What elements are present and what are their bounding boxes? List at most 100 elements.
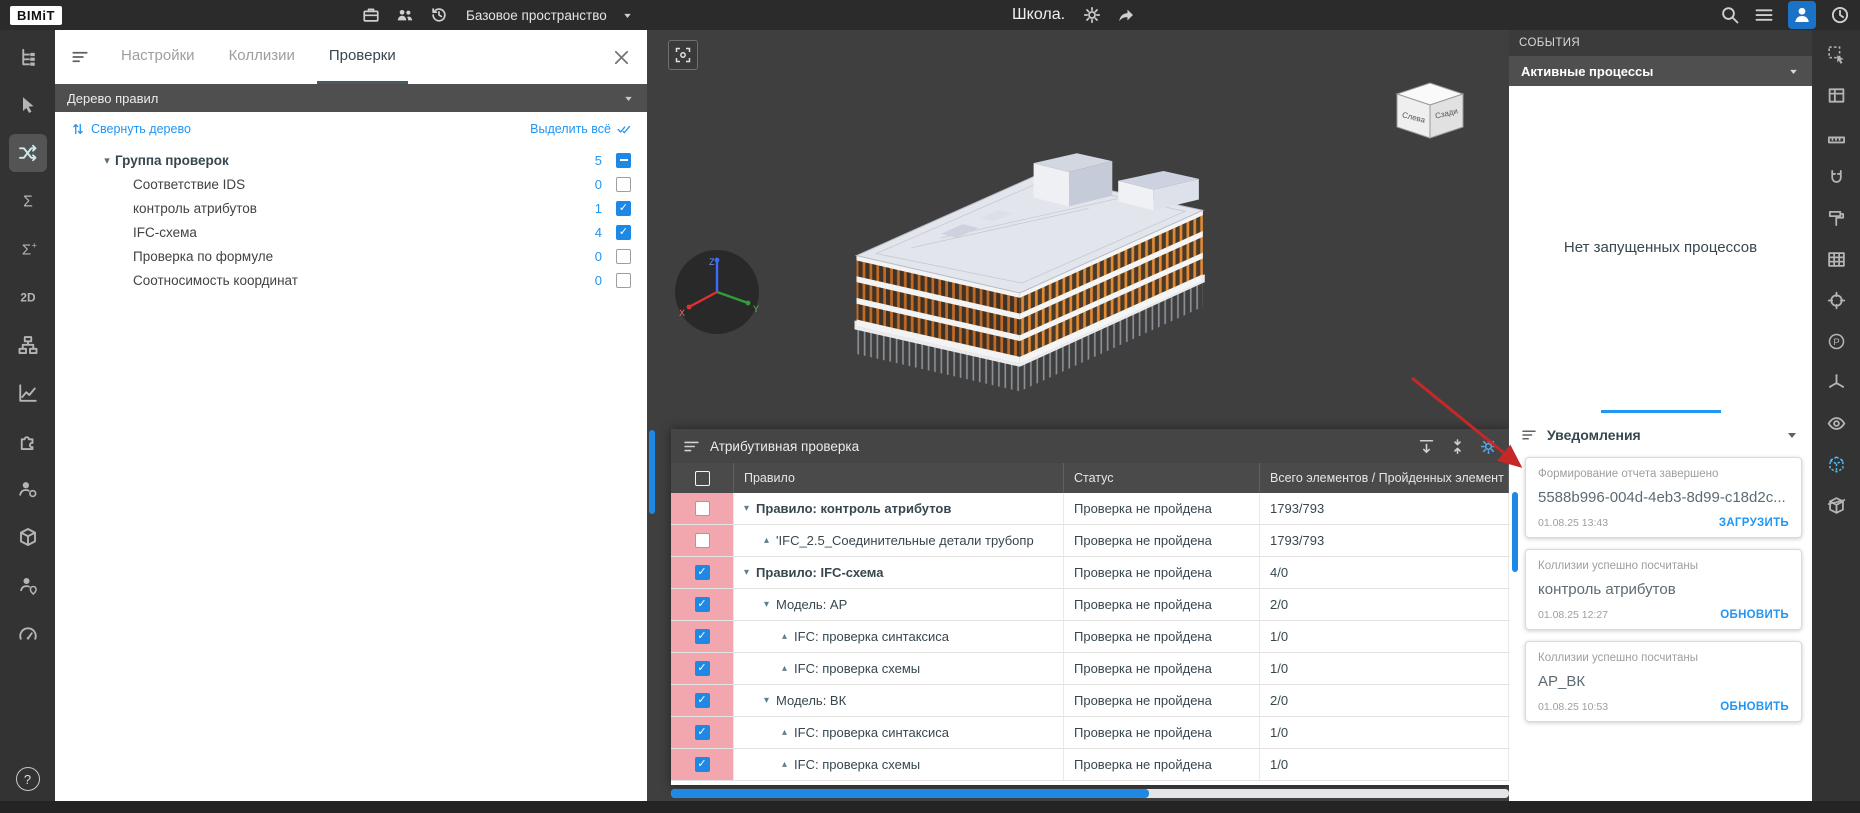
- expand-row-icon[interactable]: ▴: [764, 535, 769, 546]
- team-icon[interactable]: [396, 6, 414, 24]
- projects-icon[interactable]: [362, 6, 380, 24]
- tree-item[interactable]: ▾Группа проверок5: [55, 148, 647, 172]
- measure-icon[interactable]: [1820, 120, 1852, 152]
- dashboard-icon[interactable]: [9, 614, 47, 652]
- grid-table-icon[interactable]: [1820, 243, 1852, 275]
- table-row[interactable]: ▴IFC: проверка синтаксисаПроверка не про…: [671, 717, 1509, 749]
- attr-menu-icon[interactable]: [683, 438, 700, 455]
- table-row[interactable]: ▴IFC: проверка схемыПроверка не пройдена…: [671, 749, 1509, 781]
- parking-mode-icon[interactable]: P: [1820, 325, 1852, 357]
- project-settings-icon[interactable]: [1083, 6, 1101, 24]
- column-total[interactable]: Всего элементов / Пройденных элемент: [1260, 463, 1509, 493]
- table-row[interactable]: ▾Правило: IFC-схемаПроверка не пройдена4…: [671, 557, 1509, 589]
- user-settings-icon[interactable]: [9, 470, 47, 508]
- table-h-scrollbar-thumb[interactable]: [671, 789, 1149, 798]
- collapse-rows-icon[interactable]: [1449, 438, 1466, 455]
- magnet-icon[interactable]: [1820, 161, 1852, 193]
- fit-columns-icon[interactable]: [1418, 438, 1435, 455]
- notifications-menu-icon[interactable]: [1521, 427, 1537, 443]
- tab-settings[interactable]: Настройки: [109, 30, 207, 84]
- tree-item[interactable]: контроль атрибутов1: [55, 196, 647, 220]
- row-checkbox[interactable]: [695, 597, 710, 612]
- notification-action-button[interactable]: ЗАГРУЗИТЬ: [1719, 517, 1789, 529]
- tree-item[interactable]: Соответствие IDS0: [55, 172, 647, 196]
- table-row[interactable]: ▴'IFC_2.5_Соединительные детали трубопрП…: [671, 525, 1509, 557]
- history-icon[interactable]: [430, 6, 448, 24]
- active-processes-header[interactable]: Активные процессы: [1509, 56, 1812, 86]
- panel-v-scrollbar[interactable]: [649, 430, 655, 514]
- recent-icon[interactable]: [1830, 5, 1850, 25]
- view-2d-icon[interactable]: 2D: [9, 278, 47, 316]
- xray-cube-icon[interactable]: [1820, 448, 1852, 480]
- panel-menu-icon[interactable]: [71, 48, 89, 66]
- app-logo[interactable]: BIMiT: [10, 6, 62, 25]
- tree-item[interactable]: Соотносимость координат0: [55, 268, 647, 292]
- checks-tool-icon[interactable]: [9, 134, 47, 172]
- tree-collapse-icon[interactable]: ▾: [99, 154, 115, 167]
- zoom-window-icon[interactable]: [1820, 79, 1852, 111]
- notifications-scrollbar[interactable]: [1512, 492, 1518, 572]
- expand-row-icon[interactable]: ▴: [782, 663, 787, 674]
- axes-icon[interactable]: [1820, 366, 1852, 398]
- row-checkbox[interactable]: [695, 757, 710, 772]
- select-tool-icon[interactable]: [9, 86, 47, 124]
- select-window-icon[interactable]: [1820, 38, 1852, 70]
- tree-item-checkbox[interactable]: [616, 273, 631, 288]
- search-icon[interactable]: [1720, 5, 1740, 25]
- plugins-icon[interactable]: [9, 422, 47, 460]
- tree-item[interactable]: Проверка по формуле0: [55, 244, 647, 268]
- scheme-icon[interactable]: [9, 326, 47, 364]
- notifications-caret-icon[interactable]: [1784, 427, 1800, 443]
- focus-center-icon[interactable]: [1820, 284, 1852, 316]
- collapse-row-icon[interactable]: ▾: [744, 567, 749, 578]
- close-panel-icon[interactable]: [612, 48, 631, 67]
- menu-icon[interactable]: [1754, 5, 1774, 25]
- collapse-row-icon[interactable]: ▾: [764, 695, 769, 706]
- notification-action-button[interactable]: ОБНОВИТЬ: [1720, 609, 1789, 621]
- table-row[interactable]: ▾Модель: АРПроверка не пройдена2/0: [671, 589, 1509, 621]
- collapse-row-icon[interactable]: ▾: [764, 599, 769, 610]
- viewport-3d[interactable]: Слева Сзади Z Y X Атриб: [647, 30, 1509, 801]
- row-checkbox[interactable]: [695, 533, 710, 548]
- workspace-name[interactable]: Базовое пространство: [466, 8, 607, 23]
- select-all-link[interactable]: Выделить всё: [530, 122, 631, 136]
- sum-icon[interactable]: Σ: [9, 182, 47, 220]
- row-checkbox[interactable]: [695, 725, 710, 740]
- table-h-scrollbar[interactable]: [671, 789, 1509, 798]
- model-structure-icon[interactable]: [9, 38, 47, 76]
- tree-item-checkbox[interactable]: [616, 153, 631, 168]
- visibility-icon[interactable]: [1820, 407, 1852, 439]
- graphs-icon[interactable]: [9, 374, 47, 412]
- table-settings-icon[interactable]: [1480, 438, 1497, 455]
- select-all-rows-checkbox[interactable]: [695, 471, 710, 486]
- axis-gizmo[interactable]: Z Y X: [669, 244, 765, 340]
- model-cube-icon[interactable]: [9, 518, 47, 556]
- processes-caret-icon[interactable]: [1787, 65, 1800, 78]
- notifications-header[interactable]: Уведомления: [1509, 419, 1812, 451]
- rules-tree-header[interactable]: Дерево правил: [55, 84, 647, 112]
- tree-item-checkbox[interactable]: [616, 249, 631, 264]
- navigation-cube[interactable]: Слева Сзади: [1385, 74, 1475, 144]
- tab-collisions[interactable]: Коллизии: [217, 30, 307, 84]
- expand-row-icon[interactable]: ▴: [782, 631, 787, 642]
- row-checkbox[interactable]: [695, 565, 710, 580]
- share-icon[interactable]: [1117, 6, 1135, 24]
- profile-icon[interactable]: [1788, 1, 1816, 29]
- column-rule[interactable]: Правило: [734, 463, 1064, 493]
- table-row[interactable]: ▾Модель: ВКПроверка не пройдена2/0: [671, 685, 1509, 717]
- collapse-row-icon[interactable]: ▾: [744, 503, 749, 514]
- tree-item-checkbox[interactable]: [616, 225, 631, 240]
- table-row[interactable]: ▾Правило: контроль атрибутовПроверка не …: [671, 493, 1509, 525]
- workspace-caret-icon[interactable]: [621, 9, 634, 22]
- user-location-icon[interactable]: [9, 566, 47, 604]
- paint-roller-icon[interactable]: [1820, 202, 1852, 234]
- row-checkbox[interactable]: [695, 501, 710, 516]
- tree-item-checkbox[interactable]: [616, 177, 631, 192]
- sum-add-icon[interactable]: Σ+: [9, 230, 47, 268]
- help-button[interactable]: ?: [16, 767, 40, 791]
- notification-action-button[interactable]: ОБНОВИТЬ: [1720, 701, 1789, 713]
- row-checkbox[interactable]: [695, 693, 710, 708]
- row-checkbox[interactable]: [695, 661, 710, 676]
- section-box-icon[interactable]: [1820, 489, 1852, 521]
- tree-item[interactable]: IFC-схема4: [55, 220, 647, 244]
